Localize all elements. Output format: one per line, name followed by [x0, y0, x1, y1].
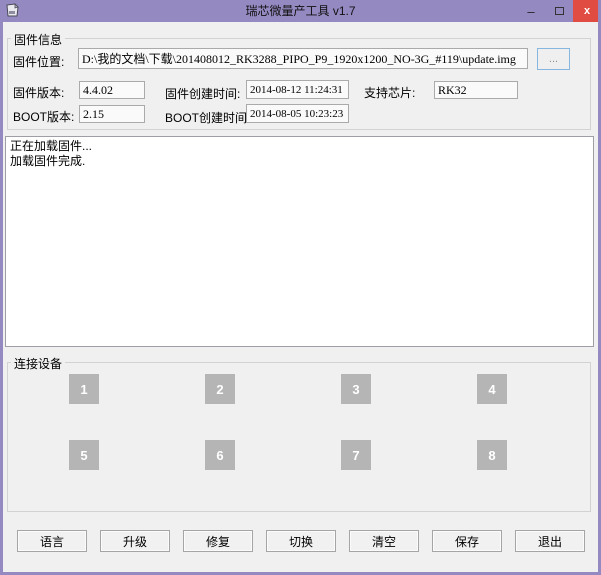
exit-button[interactable]: 退出 — [515, 530, 585, 552]
firmware-info-group-label: 固件信息 — [11, 31, 65, 48]
device-slot-7: 7 — [341, 440, 371, 470]
firmware-version-label: 固件版本: — [13, 84, 64, 101]
chip-label: 支持芯片: — [364, 84, 415, 101]
boot-version-field[interactable] — [79, 105, 145, 123]
device-slot-3: 3 — [341, 374, 371, 404]
firmware-created-label: 固件创建时间: — [165, 85, 240, 102]
minimize-button[interactable]: – — [518, 0, 544, 22]
firmware-created-field[interactable] — [246, 80, 349, 99]
device-slot-1: 1 — [69, 374, 99, 404]
device-slot-6: 6 — [205, 440, 235, 470]
minimize-icon: – — [527, 4, 534, 19]
app-window: 瑞芯微量产工具 v1.7 – x 固件信息 固件位置: ... 固件版本: 固件… — [0, 0, 601, 575]
language-button[interactable]: 语言 — [17, 530, 87, 552]
firmware-version-field[interactable] — [79, 81, 145, 99]
boot-version-label: BOOT版本: — [13, 108, 74, 125]
close-icon: x — [584, 5, 590, 17]
repair-button[interactable]: 修复 — [183, 530, 253, 552]
upgrade-button[interactable]: 升级 — [100, 530, 170, 552]
window-title: 瑞芯微量产工具 v1.7 — [0, 0, 601, 22]
log-line: 正在加载固件... — [10, 139, 589, 154]
connected-devices-group-label: 连接设备 — [11, 355, 65, 372]
switch-button[interactable]: 切换 — [266, 530, 336, 552]
maximize-button[interactable] — [546, 0, 572, 22]
close-button[interactable]: x — [573, 0, 601, 22]
device-slot-8: 8 — [477, 440, 507, 470]
maximize-icon — [555, 7, 564, 15]
log-textarea[interactable]: 正在加载固件... 加载固件完成. — [5, 136, 594, 347]
device-slot-4: 4 — [477, 374, 507, 404]
chip-field[interactable] — [434, 81, 518, 99]
firmware-location-input[interactable] — [78, 48, 528, 69]
boot-created-field[interactable] — [246, 104, 349, 123]
log-line: 加载固件完成. — [10, 154, 589, 169]
save-button[interactable]: 保存 — [432, 530, 502, 552]
device-slot-2: 2 — [205, 374, 235, 404]
browse-button[interactable]: ... — [537, 48, 570, 70]
device-slot-5: 5 — [69, 440, 99, 470]
clear-button[interactable]: 清空 — [349, 530, 419, 552]
firmware-location-label: 固件位置: — [13, 53, 64, 70]
boot-created-label: BOOT创建时间: — [165, 109, 250, 126]
title-bar: 瑞芯微量产工具 v1.7 – x — [0, 0, 601, 22]
